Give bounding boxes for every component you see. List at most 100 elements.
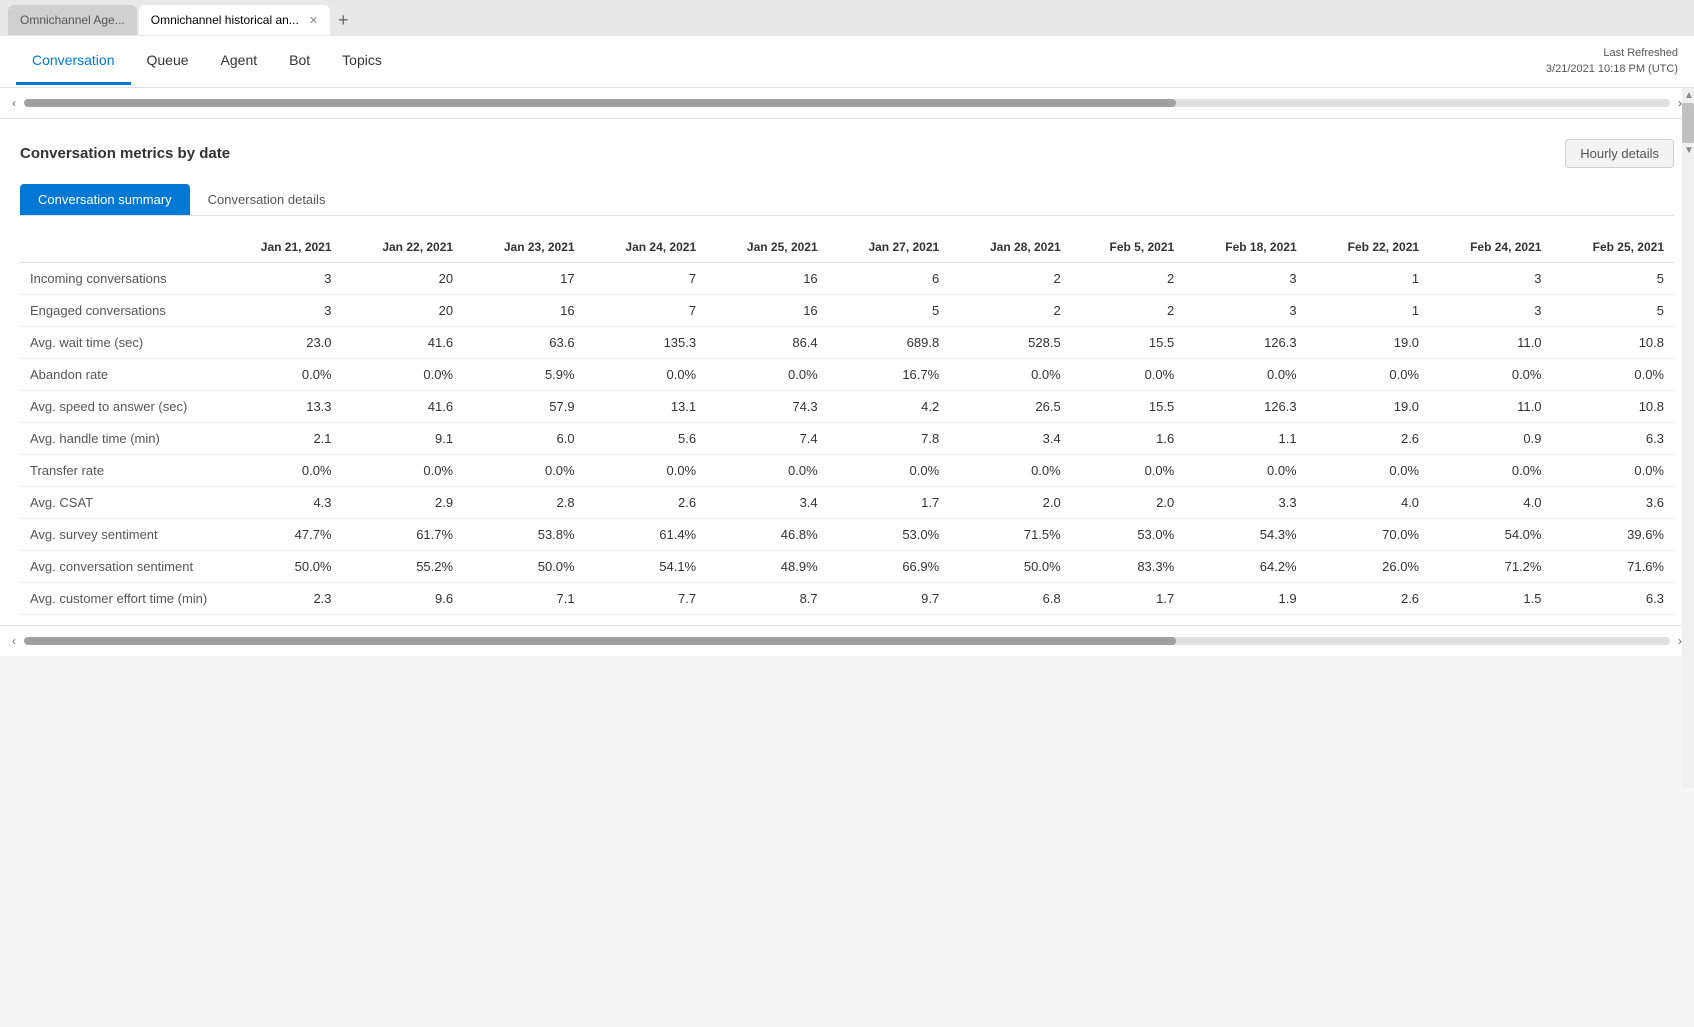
nav-tab-queue[interactable]: Queue — [131, 38, 205, 85]
browser-tab-1[interactable]: Omnichannel Age... — [8, 5, 137, 35]
cell-1-11: 5 — [1551, 295, 1674, 327]
top-scrollbar: ‹ › — [0, 88, 1694, 119]
tab-conversation-summary[interactable]: Conversation summary — [20, 184, 190, 215]
cell-3-7: 0.0% — [1071, 359, 1184, 391]
cell-3-10: 0.0% — [1429, 359, 1551, 391]
cell-4-0: 13.3 — [220, 391, 342, 423]
metric-label-0: Incoming conversations — [20, 263, 220, 295]
column-header-7: Feb 5, 2021 — [1071, 232, 1184, 263]
cell-7-11: 3.6 — [1551, 487, 1674, 519]
cell-4-2: 57.9 — [463, 391, 585, 423]
bottom-scroll-track[interactable] — [24, 637, 1670, 645]
cell-10-3: 7.7 — [585, 583, 707, 615]
scroll-thumb — [24, 99, 1176, 107]
cell-0-8: 3 — [1184, 263, 1306, 295]
table-row: Engaged conversations320167165223135 — [20, 295, 1674, 327]
cell-2-4: 86.4 — [706, 327, 828, 359]
cell-3-9: 0.0% — [1307, 359, 1429, 391]
cell-7-5: 1.7 — [828, 487, 950, 519]
metric-label-2: Avg. wait time (sec) — [20, 327, 220, 359]
table-row: Avg. wait time (sec)23.041.663.6135.386.… — [20, 327, 1674, 359]
cell-8-6: 71.5% — [949, 519, 1071, 551]
section-header: Conversation metrics by date Hourly deta… — [20, 139, 1674, 168]
cell-4-9: 19.0 — [1307, 391, 1429, 423]
table-row: Transfer rate0.0%0.0%0.0%0.0%0.0%0.0%0.0… — [20, 455, 1674, 487]
scroll-down-icon[interactable]: ▼ — [1682, 143, 1694, 158]
cell-6-6: 0.0% — [949, 455, 1071, 487]
scroll-left-button[interactable]: ‹ — [8, 94, 20, 112]
cell-4-5: 4.2 — [828, 391, 950, 423]
browser-tab-2[interactable]: Omnichannel historical an... ✕ — [139, 5, 330, 35]
column-header-8: Feb 18, 2021 — [1184, 232, 1306, 263]
cell-2-8: 126.3 — [1184, 327, 1306, 359]
metric-label-9: Avg. conversation sentiment — [20, 551, 220, 583]
table-row: Abandon rate0.0%0.0%5.9%0.0%0.0%16.7%0.0… — [20, 359, 1674, 391]
cell-5-5: 7.8 — [828, 423, 950, 455]
column-header-4: Jan 25, 2021 — [706, 232, 828, 263]
column-header-10: Feb 24, 2021 — [1429, 232, 1551, 263]
right-scrollbar[interactable]: ▲ ▼ — [1682, 88, 1694, 788]
scroll-up-icon[interactable]: ▲ — [1682, 88, 1694, 103]
cell-10-10: 1.5 — [1429, 583, 1551, 615]
cell-0-9: 1 — [1307, 263, 1429, 295]
nav-tab-agent[interactable]: Agent — [205, 38, 274, 85]
tab-conversation-details[interactable]: Conversation details — [190, 184, 344, 215]
column-header-9: Feb 22, 2021 — [1307, 232, 1429, 263]
column-header-2: Jan 23, 2021 — [463, 232, 585, 263]
metric-column-header — [20, 232, 220, 263]
cell-10-7: 1.7 — [1071, 583, 1184, 615]
cell-7-10: 4.0 — [1429, 487, 1551, 519]
nav-tab-conversation[interactable]: Conversation — [16, 38, 131, 85]
metric-label-6: Transfer rate — [20, 455, 220, 487]
cell-6-10: 0.0% — [1429, 455, 1551, 487]
cell-7-8: 3.3 — [1184, 487, 1306, 519]
cell-10-5: 9.7 — [828, 583, 950, 615]
cell-2-5: 689.8 — [828, 327, 950, 359]
cell-6-3: 0.0% — [585, 455, 707, 487]
cell-7-4: 3.4 — [706, 487, 828, 519]
cell-0-2: 17 — [463, 263, 585, 295]
bottom-scroll-left-button[interactable]: ‹ — [8, 632, 20, 650]
metrics-table: Jan 21, 2021Jan 22, 2021Jan 23, 2021Jan … — [20, 232, 1674, 615]
cell-0-10: 3 — [1429, 263, 1551, 295]
add-tab-button[interactable]: + — [332, 10, 355, 31]
cell-4-3: 13.1 — [585, 391, 707, 423]
column-header-0: Jan 21, 2021 — [220, 232, 342, 263]
cell-1-1: 20 — [342, 295, 464, 327]
cell-6-8: 0.0% — [1184, 455, 1306, 487]
bottom-scrollbar: ‹ › — [0, 625, 1694, 656]
cell-2-2: 63.6 — [463, 327, 585, 359]
data-table-wrapper: Jan 21, 2021Jan 22, 2021Jan 23, 2021Jan … — [20, 232, 1674, 615]
metric-label-5: Avg. handle time (min) — [20, 423, 220, 455]
cell-10-1: 9.6 — [342, 583, 464, 615]
cell-2-10: 11.0 — [1429, 327, 1551, 359]
cell-8-0: 47.7% — [220, 519, 342, 551]
cell-6-9: 0.0% — [1307, 455, 1429, 487]
close-icon[interactable]: ✕ — [309, 14, 318, 27]
cell-9-9: 26.0% — [1307, 551, 1429, 583]
nav-tab-bot[interactable]: Bot — [273, 38, 326, 85]
cell-3-0: 0.0% — [220, 359, 342, 391]
cell-10-2: 7.1 — [463, 583, 585, 615]
cell-10-8: 1.9 — [1184, 583, 1306, 615]
cell-3-3: 0.0% — [585, 359, 707, 391]
cell-9-0: 50.0% — [220, 551, 342, 583]
cell-5-11: 6.3 — [1551, 423, 1674, 455]
cell-9-3: 54.1% — [585, 551, 707, 583]
right-scrollbar-thumb — [1682, 103, 1694, 143]
cell-9-7: 83.3% — [1071, 551, 1184, 583]
cell-4-11: 10.8 — [1551, 391, 1674, 423]
cell-4-8: 126.3 — [1184, 391, 1306, 423]
cell-9-10: 71.2% — [1429, 551, 1551, 583]
cell-8-1: 61.7% — [342, 519, 464, 551]
cell-2-7: 15.5 — [1071, 327, 1184, 359]
cell-6-0: 0.0% — [220, 455, 342, 487]
cell-8-3: 61.4% — [585, 519, 707, 551]
table-row: Avg. conversation sentiment50.0%55.2%50.… — [20, 551, 1674, 583]
nav-tab-topics[interactable]: Topics — [326, 38, 398, 85]
scroll-track[interactable] — [24, 99, 1670, 107]
table-row: Avg. survey sentiment47.7%61.7%53.8%61.4… — [20, 519, 1674, 551]
hourly-details-button[interactable]: Hourly details — [1565, 139, 1674, 168]
browser-tab-2-label: Omnichannel historical an... — [151, 13, 299, 27]
cell-5-10: 0.9 — [1429, 423, 1551, 455]
